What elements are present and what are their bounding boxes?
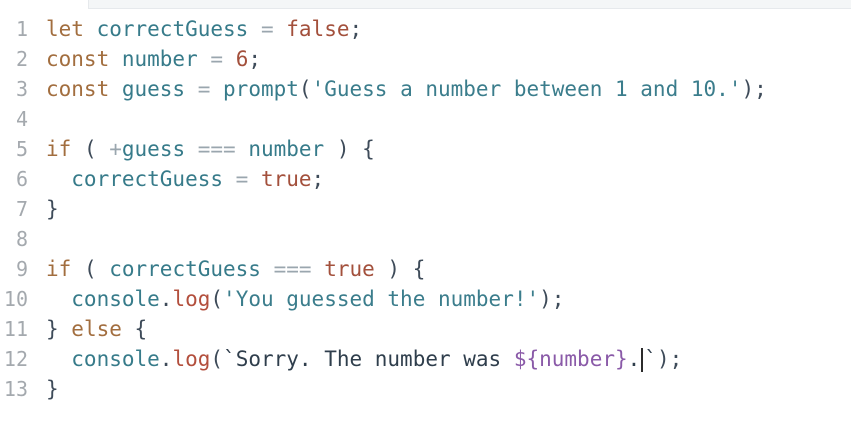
code-token: false [286,17,350,41]
code-line[interactable]: } else { [46,314,147,344]
code-line[interactable]: const guess = prompt('Guess a number bet… [46,74,767,104]
code-token: ( [210,287,224,311]
code-token: = [197,77,211,101]
code-token: . [159,287,173,311]
code-line[interactable]: let correctGuess = false; [46,14,362,44]
line-number: 3 [15,77,28,101]
code-line[interactable]: if ( correctGuess === true ) { [46,254,425,284]
code-token: 'Guess a number between 1 and 10.' [311,77,742,101]
code-token: 6 [235,47,249,71]
code-token: . [159,347,173,371]
code-token: === [197,137,236,161]
code-token: if [46,137,72,161]
code-token: } [46,317,59,341]
line-number: 8 [15,227,28,251]
code-line[interactable]: const number = 6; [46,44,261,74]
code-token: number [235,137,325,161]
line-number: 4 [15,107,28,131]
code-area[interactable]: let correctGuess = false; const number = … [46,0,851,434]
line-number: 13 [3,377,28,401]
code-token: guess [121,137,198,161]
code-token: . [627,347,641,371]
code-line[interactable]: console.log(`Sorry. The number was ${num… [46,344,682,374]
code-token: true [260,167,312,191]
line-number: 1 [15,17,28,41]
code-token: ); [656,347,683,371]
code-token: true [324,257,375,281]
code-token: guess [109,77,198,101]
code-token: console [46,347,160,371]
code-token: log [172,287,211,311]
code-token: correctGuess [109,257,274,281]
line-number: 7 [15,197,28,221]
code-token: let [46,17,84,41]
line-number-gutter: 1 2 3 4 5 6 7 8 9 10 11 12 13 [0,0,38,434]
line-number: 6 [15,167,28,191]
code-token: ); [539,287,565,311]
code-token: = [210,47,224,71]
code-token: } [46,197,59,221]
code-token: ; [349,17,363,41]
code-line[interactable]: correctGuess = true; [46,164,324,194]
line-number: 5 [15,137,28,161]
code-token: ) { [324,137,375,161]
code-token: ; [311,167,325,191]
code-token: ( [298,77,312,101]
code-token: ( [71,137,110,161]
code-token: console [46,287,160,311]
code-token: = [260,17,274,41]
code-token: ${number} [513,347,628,371]
code-line[interactable]: if ( +guess === number ) { [46,134,375,164]
code-token: `Sorry. The number was [223,347,514,371]
code-line[interactable]: console.log('You guessed the number!'); [46,284,564,314]
code-editor[interactable]: 1 2 3 4 5 6 7 8 9 10 11 12 13 let correc… [0,0,851,434]
code-token: 'You guessed the number!' [223,287,540,311]
code-token: ); [741,77,767,101]
code-token: const [46,77,110,101]
code-line[interactable]: } [46,374,59,404]
code-token: number [109,47,211,71]
code-token: = [235,167,249,191]
code-token: log [172,347,211,371]
code-token: } [46,377,59,401]
code-token: ; [248,47,261,71]
code-token: === [273,257,312,281]
text-cursor [641,348,644,372]
code-token: correctGuess [83,17,261,41]
code-token: ` [644,347,657,371]
code-token: ( [71,257,110,281]
line-number: 11 [3,317,28,341]
code-token: if [46,257,72,281]
line-number: 10 [3,287,28,311]
line-number: 12 [3,347,28,371]
code-token: + [109,137,122,161]
code-token: prompt [210,77,299,101]
code-token: ( [210,347,224,371]
code-token: correctGuess [46,167,236,191]
line-number: 9 [15,257,28,281]
code-token: { [134,317,148,341]
code-token: else [58,317,135,341]
code-line[interactable]: } [46,194,59,224]
line-number: 2 [15,47,28,71]
code-token: const [46,47,110,71]
code-token: ) { [374,257,426,281]
